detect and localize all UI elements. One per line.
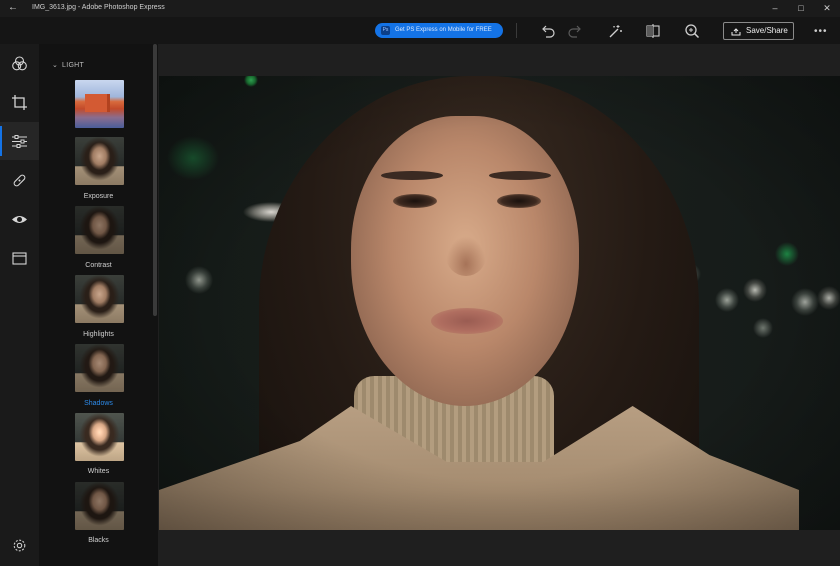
adjust-panel: ⌄ LIGHT Exposure Contrast Highlights Sha… <box>39 44 158 566</box>
crop-icon <box>12 95 27 110</box>
share-icon <box>731 28 741 36</box>
border-tool-button[interactable] <box>0 239 39 277</box>
border-icon <box>12 252 27 265</box>
section-header-light[interactable]: ⌄ LIGHT <box>52 62 85 69</box>
title-bar: ← IMG_3613.jpg - Adobe Photoshop Express… <box>0 0 840 17</box>
whites-label: Whites <box>87 468 110 475</box>
red-eye-tool-button[interactable] <box>0 200 39 238</box>
chevron-down-icon: ⌄ <box>52 62 59 69</box>
blacks-thumbnail[interactable] <box>75 482 124 530</box>
heal-tool-button[interactable] <box>0 161 39 199</box>
preset-thumbnail[interactable] <box>75 80 124 128</box>
minimize-button[interactable]: – <box>762 0 788 17</box>
section-label: LIGHT <box>62 62 85 69</box>
looks-tool-button[interactable] <box>0 44 39 82</box>
looks-icon <box>12 56 27 71</box>
highlights-thumbnail[interactable] <box>75 275 124 323</box>
save-share-button[interactable]: Save/Share <box>723 22 794 40</box>
shadows-thumbnail[interactable] <box>75 344 124 392</box>
close-button[interactable]: ✕ <box>814 0 840 17</box>
ps-logo-icon: Ps <box>381 26 390 35</box>
redo-icon[interactable] <box>566 22 584 40</box>
toolbar: Ps Get PS Express on Mobile for FREE Sav… <box>0 17 840 44</box>
adjust-sliders-icon <box>12 135 27 148</box>
contrast-thumbnail[interactable] <box>75 206 124 254</box>
crop-tool-button[interactable] <box>0 83 39 121</box>
window-title: IMG_3613.jpg - Adobe Photoshop Express <box>32 4 165 11</box>
photo-vignette <box>159 76 840 530</box>
promo-label: Get PS Express on Mobile for FREE <box>395 27 492 33</box>
contrast-label: Contrast <box>85 262 112 269</box>
exposure-thumbnail[interactable] <box>75 137 124 185</box>
eye-icon <box>12 216 27 223</box>
exposure-label: Exposure <box>83 193 114 200</box>
back-arrow-icon[interactable]: ← <box>8 2 18 13</box>
maximize-button[interactable]: □ <box>788 0 814 17</box>
panel-scrollbar[interactable] <box>153 44 157 316</box>
auto-enhance-icon[interactable] <box>606 22 624 40</box>
highlights-label: Highlights <box>83 331 114 338</box>
toolbar-divider <box>516 23 517 38</box>
shadows-label: Shadows <box>84 400 113 407</box>
undo-icon[interactable] <box>539 22 557 40</box>
gear-icon[interactable] <box>12 538 27 553</box>
tool-rail <box>0 44 39 566</box>
promo-button[interactable]: Ps Get PS Express on Mobile for FREE <box>375 23 503 38</box>
blacks-label: Blacks <box>88 537 109 544</box>
zoom-icon[interactable] <box>683 22 701 40</box>
compare-icon[interactable] <box>644 22 662 40</box>
save-share-label: Save/Share <box>746 26 788 35</box>
photo-image[interactable] <box>159 76 840 530</box>
whites-thumbnail[interactable] <box>75 413 124 461</box>
bandage-icon <box>13 174 26 187</box>
adjust-tool-button[interactable] <box>0 122 39 160</box>
more-options-icon[interactable]: ••• <box>814 26 828 37</box>
